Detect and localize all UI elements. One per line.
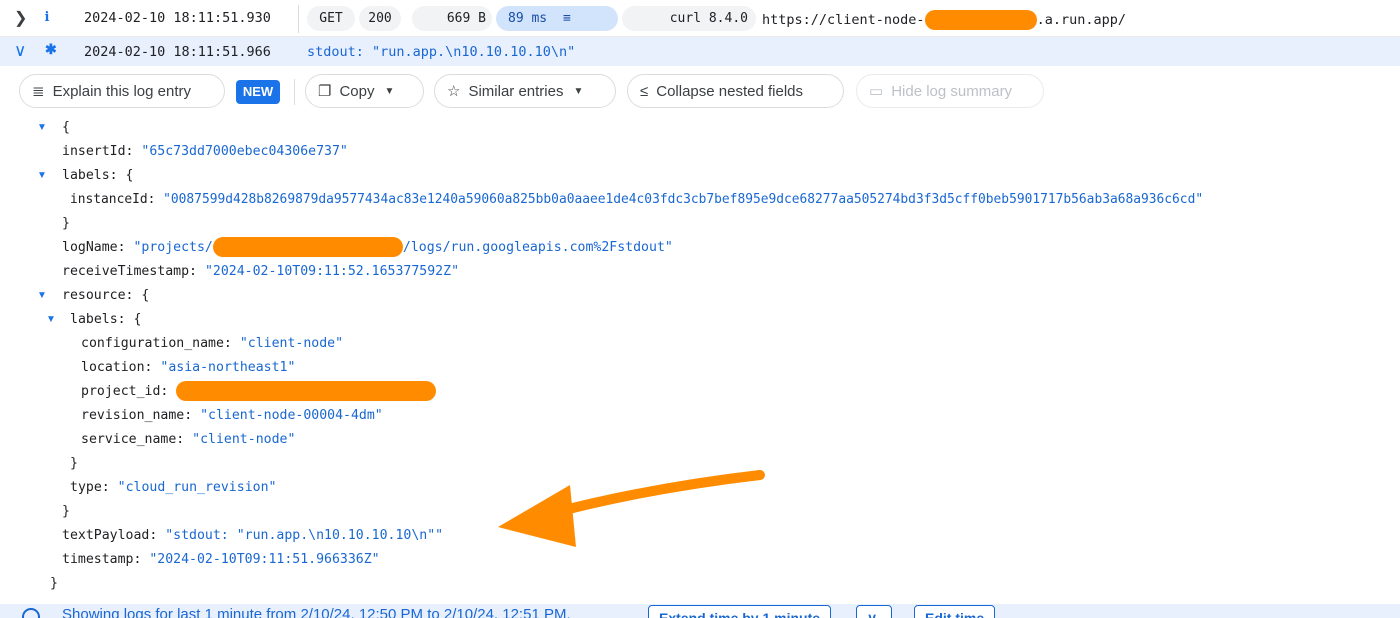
json-field-location[interactable]: location: "asia-northeast1" [81,356,295,380]
edit-time-button[interactable]: Edit time [914,605,996,618]
json-root-open: { [62,120,70,135]
divider [298,5,299,33]
json-field-service-name[interactable]: service_name: "client-node" [81,428,295,452]
caret-down-icon: ▼ [384,85,395,97]
latency-value: 89 ms [508,11,548,26]
toolbar-divider [294,79,295,105]
lightbulb-icon: ☆ [447,83,461,100]
hide-log-summary-button[interactable]: ▭ Hide log summary [856,74,1044,108]
collapse-label: Collapse nested fields [656,82,803,100]
log-entry-row-request[interactable]: ❯ i 2024-02-10 18:11:51.930 GET 200 669 … [0,0,1400,37]
default-severity-icon: ✱ [45,41,57,57]
info-icon: i [44,10,50,25]
collapse-icon: ≤ [640,82,649,100]
latency-bars-icon: ≡ [562,11,571,26]
log-timestamp: 2024-02-10 18:11:51.966 [84,44,271,60]
hide-summary-label: Hide log summary [891,82,1013,100]
expand-triangle-icon[interactable]: ▼ [37,164,47,188]
log-entry-row-stdout[interactable]: ∨ ✱ 2024-02-10 18:11:51.966 stdout: "run… [0,37,1400,66]
explain-label: Explain this log entry [52,82,191,100]
summary-icon: ▭ [869,83,884,100]
expand-triangle-icon[interactable]: ▼ [46,308,56,332]
info-circle-icon [22,608,40,618]
json-close-brace: } [70,456,78,471]
json-field-resource-labels[interactable]: labels: { [70,308,141,332]
similar-entries-button[interactable]: ☆ Similar entries ▼ [434,74,616,108]
request-url[interactable]: https://client-node- .a.run.app/ [762,10,1126,30]
collapse-nested-fields-button[interactable]: ≤ Collapse nested fields [627,74,844,108]
explain-log-entry-button[interactable]: ≣ Explain this log entry [19,74,225,108]
chevron-down-icon[interactable]: ∨ [14,41,26,61]
json-field-timestamp[interactable]: timestamp: "2024-02-10T09:11:51.966336Z" [62,548,380,572]
time-range-text: Showing logs for last 1 minute from 2/10… [62,606,571,618]
user-agent-chip[interactable]: curl 8.4.0 [622,6,756,31]
http-method-chip[interactable]: GET [307,6,355,31]
log-summary: stdout: "run.app.\n10.10.10.10\n" [307,44,576,60]
url-prefix: https://client-node- [762,12,925,28]
copy-label: Copy [339,82,375,100]
redaction-mark [212,237,403,257]
json-field-insertid[interactable]: insertId: "65c73dd7000ebec04306e737" [62,140,348,164]
json-field-instanceid[interactable]: instanceId: "0087599d428b8269879da957743… [70,188,1203,212]
copy-icon: ❐ [318,83,332,100]
json-root-close: } [50,576,58,591]
time-range-info-bar: Showing logs for last 1 minute from 2/10… [0,604,1400,618]
copy-button[interactable]: ❐ Copy ▼ [305,74,424,108]
similar-entries-label: Similar entries [468,82,564,100]
annotation-arrow-icon [498,470,765,547]
new-badge: NEW [236,80,280,104]
extend-time-button[interactable]: Extend time by 1 minute [648,605,832,618]
json-field-configuration-name[interactable]: configuration_name: "client-node" [81,332,343,356]
json-field-project-id[interactable]: project_id: [81,380,437,404]
json-field-receivetimestamp[interactable]: receiveTimestamp: "2024-02-10T09:11:52.1… [62,260,459,284]
extend-time-dropdown[interactable]: ∨ [856,605,892,618]
latency-chip[interactable]: 89 ms ≡ [496,6,618,31]
json-field-textpayload[interactable]: textPayload: "stdout: "run.app.\n10.10.1… [62,524,443,548]
chevron-right-icon[interactable]: ❯ [14,8,27,28]
json-close-brace: } [62,504,70,519]
json-field-type[interactable]: type: "cloud_run_revision" [70,476,276,500]
log-entry-toolbar: ≣ Explain this log entry NEW ❐ Copy ▼ ☆ … [0,66,1400,116]
chevron-down-icon: ∨ [867,610,878,618]
json-close-brace: } [62,216,70,231]
redaction-mark [176,381,437,401]
expand-triangle-icon[interactable]: ▼ [37,116,47,140]
json-field-labels[interactable]: labels: { [62,164,133,188]
url-suffix: .a.run.app/ [1036,12,1126,28]
redaction-mark [924,10,1037,30]
response-size-chip[interactable]: 669 B [412,6,492,31]
json-field-resource[interactable]: resource: { [62,284,149,308]
caret-down-icon: ▼ [573,85,584,97]
explain-icon: ≣ [32,83,45,100]
json-field-logname[interactable]: logName: "projects//logs/run.googleapis.… [62,236,673,260]
expand-triangle-icon[interactable]: ▼ [37,284,47,308]
log-timestamp: 2024-02-10 18:11:51.930 [84,10,271,26]
json-field-revision-name[interactable]: revision_name: "client-node-00004-4dm" [81,404,383,428]
http-status-chip[interactable]: 200 [359,6,401,31]
